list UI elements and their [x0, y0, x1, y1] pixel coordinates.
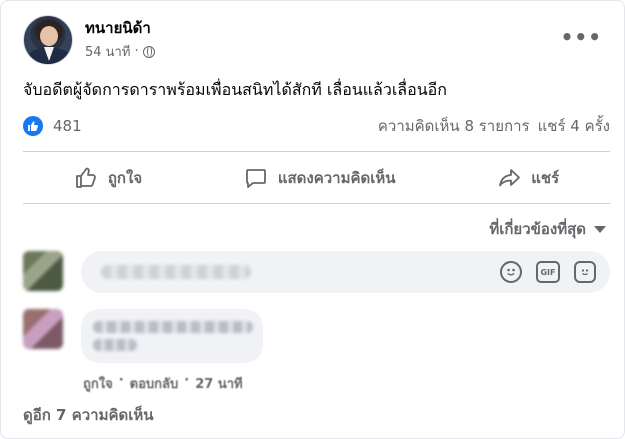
- post-time[interactable]: 54 นาที: [85, 41, 130, 62]
- share-button-label: แชร์: [531, 169, 560, 187]
- comment-placeholder-redacted: [101, 265, 251, 279]
- share-count[interactable]: แชร์ 4 ครั้ง: [538, 114, 610, 138]
- comment-bubble-icon: [245, 169, 266, 188]
- comment-count[interactable]: ความคิดเห็น 8 รายการ: [378, 114, 530, 138]
- author-name[interactable]: ทนายนิด้า: [85, 18, 155, 38]
- comment-time[interactable]: 27 นาที: [195, 373, 242, 394]
- more-options-icon[interactable]: •••: [561, 27, 602, 47]
- comment-bubble-redacted: [81, 309, 263, 363]
- action-bar: ถูกใจ แสดงความคิดเห็น แชร์: [23, 157, 610, 199]
- comment-input[interactable]: GIF: [81, 251, 610, 293]
- comment-reply-link[interactable]: ตอบกลับ: [130, 373, 179, 394]
- sort-label: ที่เกี่ยวข้องที่สุด: [489, 220, 586, 238]
- comment-actions: ถูกใจ · ตอบกลับ · 27 นาที: [83, 373, 243, 394]
- comment-like-link[interactable]: ถูกใจ: [83, 373, 113, 394]
- like-count: 481: [53, 117, 82, 135]
- divider-top: [23, 151, 610, 152]
- share-arrow-icon: [499, 169, 521, 187]
- current-user-avatar[interactable]: [23, 251, 63, 291]
- post-card: ทนายนิด้า 54 นาที · ••• จับอดีตผู้จัดการ…: [0, 0, 625, 439]
- comment-text-redacted-2: [93, 339, 137, 351]
- comment-composer: GIF: [23, 251, 610, 293]
- separator-dot: ·: [134, 44, 139, 59]
- post-header: ทนายนิด้า 54 นาที ·: [23, 15, 155, 65]
- sticker-icon[interactable]: [574, 261, 596, 283]
- separator-dot: ·: [184, 373, 190, 388]
- comment-item: [23, 309, 263, 363]
- gif-icon[interactable]: GIF: [536, 261, 560, 283]
- comment-sort-dropdown[interactable]: ที่เกี่ยวข้องที่สุด: [489, 217, 606, 241]
- see-more-comments-link[interactable]: ดูอีก 7 ความคิดเห็น: [23, 403, 154, 427]
- post-meta: ทนายนิด้า 54 นาที ·: [85, 18, 155, 62]
- separator-dot: ·: [118, 373, 124, 388]
- post-time-row: 54 นาที ·: [85, 41, 155, 62]
- comment-input-icons: GIF: [500, 261, 596, 283]
- like-reaction-icon: [23, 116, 43, 136]
- globe-icon[interactable]: [142, 45, 155, 58]
- thumbs-up-icon: [75, 167, 96, 188]
- comment-button-label: แสดงความคิดเห็น: [277, 169, 396, 187]
- avatar-face: [40, 26, 58, 46]
- post-stats: 481 ความคิดเห็น 8 รายการ แชร์ 4 ครั้ง: [23, 115, 610, 137]
- engagement-counts: ความคิดเห็น 8 รายการ แชร์ 4 ครั้ง: [378, 114, 610, 138]
- emoji-icon[interactable]: [500, 261, 522, 283]
- like-button-label: ถูกใจ: [107, 169, 143, 187]
- comment-button[interactable]: แสดงความคิดเห็น: [244, 166, 396, 190]
- commenter-avatar[interactable]: [23, 309, 63, 349]
- like-button[interactable]: ถูกใจ: [74, 166, 142, 190]
- divider-bottom: [23, 203, 610, 204]
- comment-text-redacted-1: [93, 321, 253, 333]
- share-button[interactable]: แชร์: [497, 166, 559, 190]
- author-avatar[interactable]: [23, 15, 73, 65]
- like-summary[interactable]: 481: [23, 116, 82, 136]
- caret-down-icon: [594, 225, 606, 233]
- post-text: จับอดีตผู้จัดการดาราพร้อมเพื่อนสนิทได้สั…: [23, 80, 447, 99]
